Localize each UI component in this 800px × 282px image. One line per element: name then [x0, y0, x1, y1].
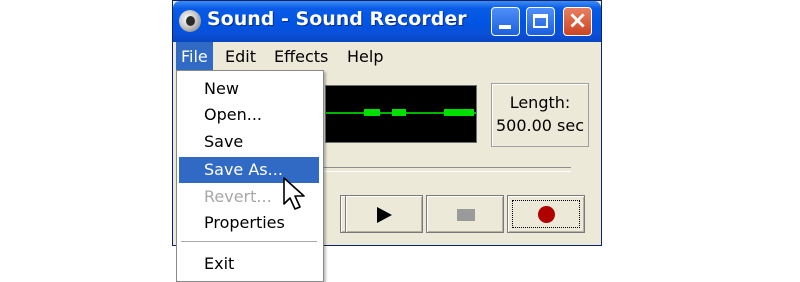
menu-separator [181, 241, 317, 242]
waveform-display [325, 85, 477, 143]
play-icon [377, 207, 392, 223]
mouse-pointer-icon [283, 177, 305, 210]
title-bar[interactable]: Sound - Sound Recorder × [173, 1, 601, 42]
stop-icon [457, 209, 475, 221]
window-title: Sound - Sound Recorder [207, 8, 467, 30]
play-button[interactable] [345, 195, 423, 233]
menu-edit[interactable]: Edit [220, 42, 261, 71]
waveform-segment [392, 109, 406, 116]
close-button[interactable]: × [563, 7, 592, 36]
maximize-icon [533, 14, 548, 28]
waveform-segment [364, 109, 380, 116]
menu-bar: File Edit Effects Help [173, 42, 601, 71]
record-button[interactable] [507, 195, 585, 233]
maximize-button[interactable] [526, 7, 555, 36]
position-slider[interactable] [323, 167, 571, 172]
menu-effects[interactable]: Effects [269, 42, 333, 71]
close-icon: × [567, 6, 588, 34]
waveform-segment [444, 109, 474, 116]
length-label: Length: [509, 93, 571, 112]
minimize-button[interactable] [491, 7, 520, 36]
length-value: 500.00 sec [495, 116, 585, 135]
menu-file[interactable]: File [176, 42, 213, 71]
menu-item-open[interactable]: Open... [177, 102, 323, 128]
stop-button[interactable] [426, 195, 504, 233]
menu-item-save[interactable]: Save [177, 129, 323, 155]
menu-item-exit[interactable]: Exit [177, 251, 323, 277]
menu-help[interactable]: Help [342, 42, 388, 71]
menu-item-properties[interactable]: Properties [177, 210, 323, 236]
length-display: Length: 500.00 sec [491, 83, 589, 147]
speaker-app-icon[interactable] [179, 10, 201, 32]
record-icon [538, 206, 555, 223]
menu-item-new[interactable]: New [177, 76, 323, 102]
minimize-icon [499, 25, 511, 29]
